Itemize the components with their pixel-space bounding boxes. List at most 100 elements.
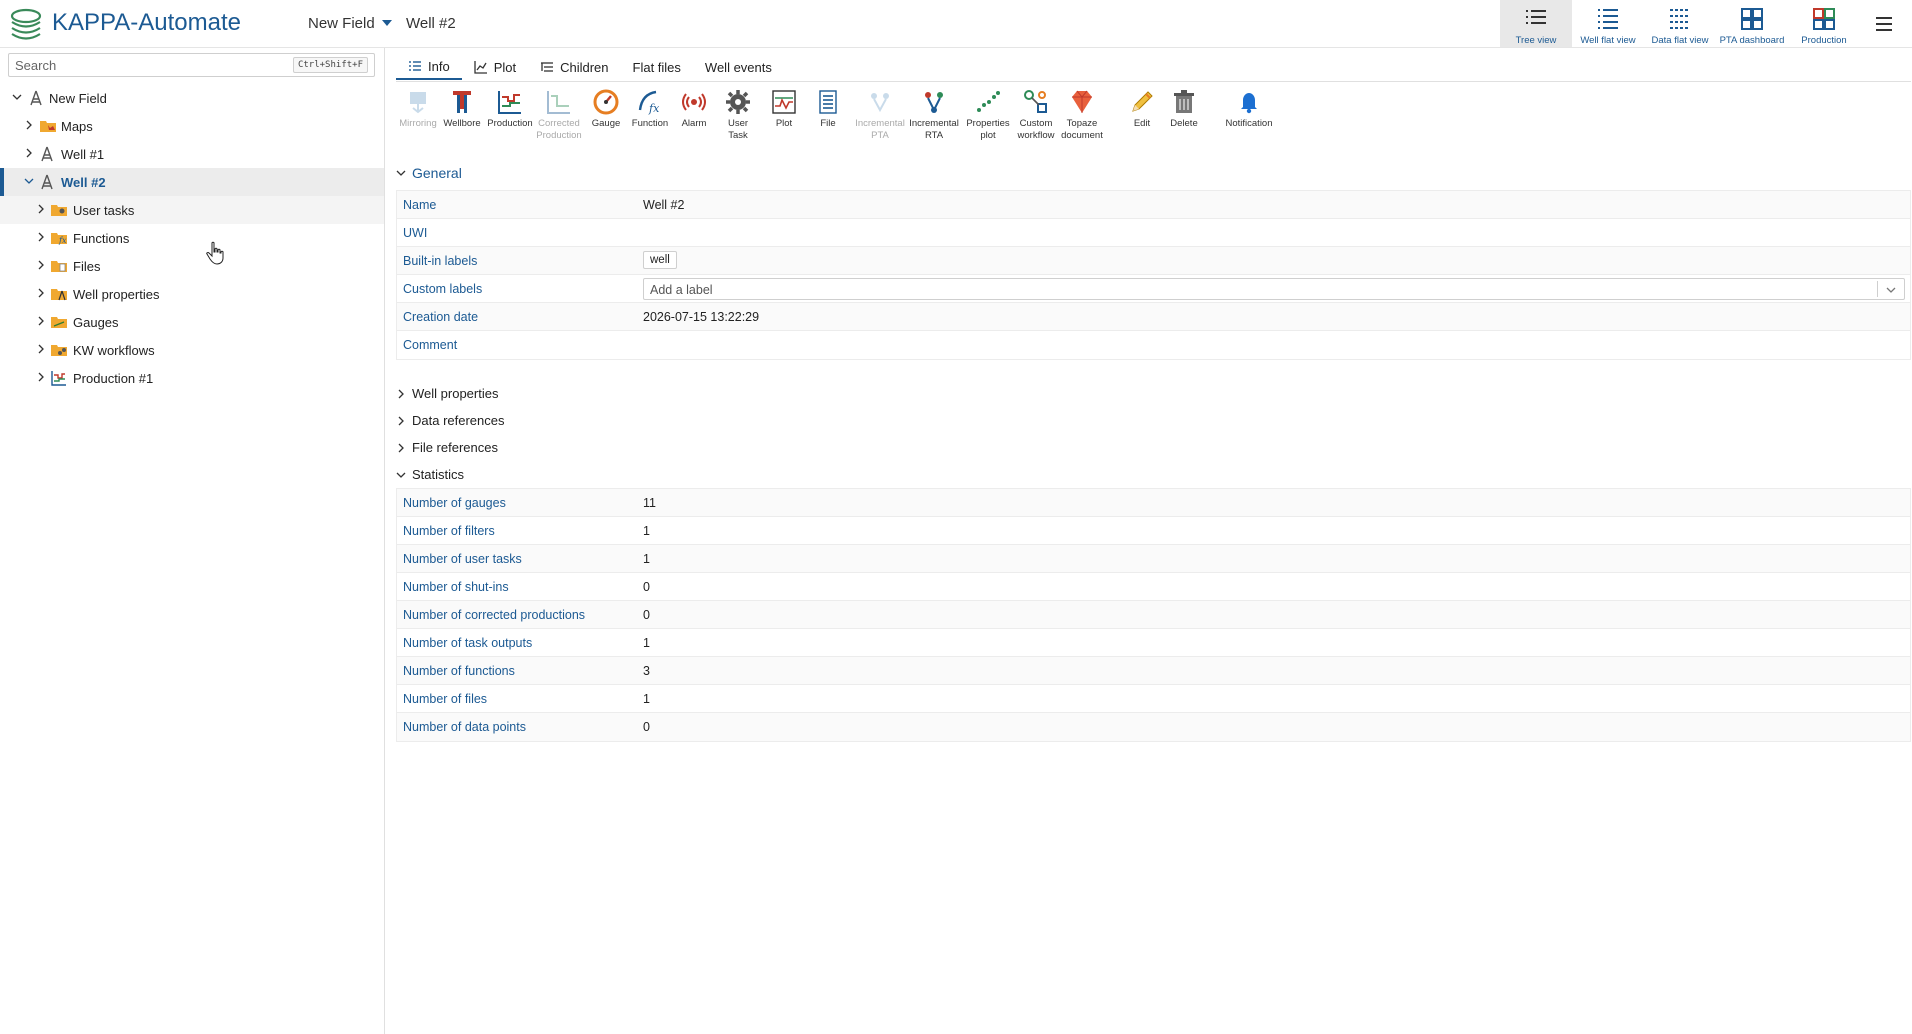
stat-value: 1 — [643, 692, 650, 706]
chevron-right-icon[interactable] — [36, 372, 46, 382]
chevron-down-icon[interactable] — [1885, 284, 1897, 296]
pta-dashboard-button[interactable]: PTA dashboard — [1716, 0, 1788, 47]
chevron-down-icon — [396, 170, 406, 176]
chevron-right-icon[interactable] — [36, 344, 46, 354]
general-section-title: General — [412, 165, 462, 181]
breadcrumb-well: Well #2 — [406, 15, 456, 32]
tree-item-production-1[interactable]: Production #1 — [0, 364, 384, 392]
tab-info-label: Info — [428, 58, 450, 74]
tabs-divider — [396, 81, 1911, 82]
tree-item-well-2[interactable]: Well #2 — [0, 168, 384, 196]
statistics-table: Number of gauges 11 Number of filters 1 Nu… — [396, 488, 1911, 742]
property-name: Creation date — [403, 310, 479, 324]
properties-plot-button[interactable]: Properties plot — [964, 86, 1012, 150]
chevron-down-icon[interactable] — [24, 176, 34, 186]
tree-item-gauges[interactable]: Gauges — [0, 308, 384, 336]
breadcrumb-dropdown-icon[interactable] — [382, 20, 392, 26]
tab-well-events[interactable]: Well events — [693, 54, 784, 80]
file-references-section-header[interactable]: File references — [396, 440, 498, 455]
user-task-button[interactable]: User Task — [714, 86, 762, 150]
plot-icon — [772, 90, 796, 114]
chevron-down-icon[interactable] — [12, 92, 22, 102]
chevron-right-icon[interactable] — [36, 260, 46, 270]
chevron-right-icon[interactable] — [36, 288, 46, 298]
edit-button[interactable]: Edit — [1118, 86, 1166, 150]
user-task-label: User — [727, 118, 749, 129]
tree-item-well-properties[interactable]: Well properties — [0, 280, 384, 308]
tab-bar: Info Plot Children Flat files Well event… — [396, 54, 784, 80]
notification-button[interactable]: Notification — [1218, 86, 1280, 150]
well-properties-section-header[interactable]: Well properties — [396, 386, 498, 401]
stat-value: 0 — [643, 720, 650, 734]
stat-name: Number of shut-ins — [403, 580, 509, 594]
tab-children-label: Children — [560, 59, 609, 75]
incremental-pta-button[interactable]: Incremental PTA — [855, 86, 905, 150]
chevron-right-icon[interactable] — [24, 120, 34, 130]
tree-view-label: Tree view — [1515, 35, 1557, 46]
well-properties-folder-icon — [51, 289, 67, 301]
breadcrumb-field[interactable]: New Field — [308, 15, 375, 32]
stat-row: Number of files 1 — [397, 685, 1910, 713]
stat-row: Number of filters 1 — [397, 517, 1910, 545]
tab-plot[interactable]: Plot — [462, 54, 528, 80]
tree-item-kw-workflows[interactable]: KW workflows — [0, 336, 384, 364]
tree-item-functions[interactable]: fx Functions — [0, 224, 384, 252]
production-dashboard-button[interactable]: Production — [1788, 0, 1860, 47]
data-flat-view-button[interactable]: Data flat view — [1644, 0, 1716, 47]
stat-row: Number of task outputs 1 — [397, 629, 1910, 657]
delete-button[interactable]: Delete — [1160, 86, 1208, 150]
section-title: Data references — [412, 413, 505, 428]
tree-item-new-field[interactable]: New Field — [0, 84, 384, 112]
production-button[interactable]: Production — [486, 86, 534, 150]
custom-workflow-button[interactable]: Custom workflow — [1012, 86, 1060, 150]
tab-flat-files[interactable]: Flat files — [621, 54, 693, 80]
function-button[interactable]: fx Function — [626, 86, 674, 150]
menu-icon[interactable] — [1872, 12, 1896, 36]
chevron-right-icon[interactable] — [36, 204, 46, 214]
alarm-button[interactable]: Alarm — [670, 86, 718, 150]
tab-children[interactable]: Children — [528, 54, 620, 80]
file-button[interactable]: File — [804, 86, 852, 150]
mirroring-button[interactable]: Mirroring — [394, 86, 442, 150]
well-flat-view-icon — [1598, 9, 1618, 29]
statistics-section-title: Statistics — [412, 467, 465, 482]
corrected-production-label: Corrected — [538, 118, 580, 129]
topaze-document-button[interactable]: Topaze document — [1058, 86, 1106, 150]
chevron-right-icon[interactable] — [36, 232, 46, 242]
label-chip: well — [643, 251, 677, 269]
tree-view-button[interactable]: Tree view — [1500, 0, 1572, 47]
wellbore-button[interactable]: Wellbore — [438, 86, 486, 150]
chevron-right-icon[interactable] — [36, 316, 46, 326]
property-value: Well #2 — [643, 198, 685, 212]
tree-item-user-tasks[interactable]: User tasks — [0, 196, 384, 224]
search-input[interactable] — [9, 54, 289, 76]
properties-plot-label: Properties — [966, 118, 1010, 129]
notification-icon — [1241, 93, 1257, 114]
corrected-production-button[interactable]: Corrected Production — [535, 86, 583, 150]
plot-button[interactable]: Plot — [760, 86, 808, 150]
stat-name: Number of filters — [403, 524, 495, 538]
data-references-section-header[interactable]: Data references — [396, 413, 505, 428]
functions-folder-icon: fx — [51, 233, 67, 245]
tree-item-maps[interactable]: Maps — [0, 112, 384, 140]
chevron-right-icon[interactable] — [24, 148, 34, 158]
field-icon — [30, 90, 42, 106]
custom-labels-select[interactable]: Add a label — [643, 278, 1905, 300]
incremental-rta-button[interactable]: Incremental RTA — [909, 86, 959, 150]
stat-row: Number of functions 3 — [397, 657, 1910, 685]
files-folder-icon — [51, 261, 67, 272]
tree-item-label: Well #2 — [61, 175, 106, 190]
notification-label: Notification — [1225, 118, 1273, 129]
tree-item-well-1[interactable]: Well #1 — [0, 140, 384, 168]
topaze-document-label: Topaze — [1066, 118, 1098, 129]
tree-item-files[interactable]: Files — [0, 252, 384, 280]
gauge-button[interactable]: Gauge — [582, 86, 630, 150]
statistics-section-header[interactable]: Statistics — [396, 467, 464, 482]
well-flat-view-button[interactable]: Well flat view — [1572, 0, 1644, 47]
app-title: KAPPA-Automate — [52, 9, 241, 36]
edit-icon — [1132, 91, 1153, 112]
general-section-header[interactable]: General — [396, 165, 462, 181]
tree-view-icon — [1526, 10, 1546, 24]
list-icon — [409, 61, 421, 71]
tab-info[interactable]: Info — [396, 54, 462, 80]
